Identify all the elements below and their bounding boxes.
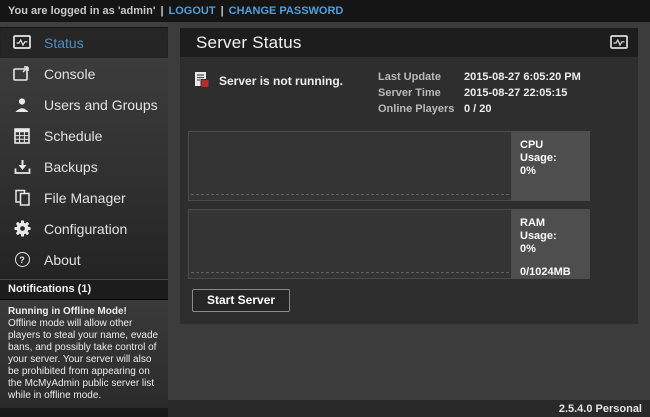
separator: | [221, 5, 224, 17]
sidebar-item-console[interactable]: Console [0, 58, 168, 89]
ram-usage-chart [188, 209, 512, 279]
users-icon [13, 96, 31, 113]
info-row-online-players: Online Players 0 / 20 [378, 103, 630, 115]
cpu-usage-value: 0% [520, 165, 582, 178]
sidebar-item-label: Backups [44, 159, 98, 175]
info-row-server-time: Server Time 2015-08-27 22:05:15 [378, 87, 630, 99]
version-text: 2.5.4.0 Personal [559, 403, 642, 415]
change-password-link[interactable]: CHANGE PASSWORD [229, 5, 344, 17]
info-value: 2015-08-27 6:05:20 PM [464, 71, 581, 83]
console-icon [13, 65, 31, 82]
sidebar-item-schedule[interactable]: Schedule [0, 120, 168, 151]
backups-icon [13, 158, 31, 175]
notification-title: Running in Offline Mode! [8, 306, 160, 318]
server-status-message: Server is not running. [192, 69, 378, 119]
separator: | [160, 5, 163, 17]
info-label: Server Time [378, 87, 464, 99]
sidebar-item-file-manager[interactable]: File Manager [0, 182, 168, 213]
cpu-usage-chart [188, 131, 512, 201]
cpu-usage-label-box: CPU Usage: 0% [512, 131, 590, 201]
start-server-button[interactable]: Start Server [192, 289, 290, 312]
info-label: Last Update [378, 71, 464, 83]
chart-baseline [191, 194, 509, 195]
status-row: Server is not running. Last Update 2015-… [188, 67, 630, 125]
status-monitor-icon [13, 34, 31, 51]
status-text: Server is not running. [219, 71, 343, 88]
sidebar-item-label: File Manager [44, 190, 126, 206]
ram-usage-value: 0% [520, 243, 582, 256]
gear-icon [13, 220, 31, 237]
sidebar-item-backups[interactable]: Backups [0, 151, 168, 182]
notification-item: Running in Offline Mode! Offline mode wi… [0, 300, 168, 408]
panel-header: Server Status [180, 28, 638, 57]
chart-baseline [191, 272, 509, 273]
sidebar-item-label: About [44, 252, 81, 268]
ram-usage-detail: 0/1024MB [520, 266, 582, 279]
sidebar-item-status[interactable]: Status [0, 27, 168, 58]
sidebar-item-label: Status [44, 35, 84, 51]
question-circle-icon: ? [13, 251, 31, 268]
sidebar: Status Console Users and Groups [0, 22, 168, 417]
sidebar-item-label: Schedule [44, 128, 102, 144]
schedule-icon [13, 127, 31, 144]
ram-usage-panel: RAM Usage: 0% 0/1024MB [188, 209, 590, 279]
ram-usage-label-box: RAM Usage: 0% 0/1024MB [512, 209, 590, 279]
info-value: 2015-08-27 22:05:15 [464, 87, 567, 99]
sidebar-filler [0, 408, 168, 417]
cpu-usage-panel: CPU Usage: 0% [188, 131, 590, 201]
info-value: 0 / 20 [464, 103, 492, 115]
logout-link[interactable]: LOGOUT [169, 5, 216, 17]
main-content: Server Status [168, 22, 650, 400]
sidebar-item-label: Users and Groups [44, 97, 158, 113]
panel-body: Server is not running. Last Update 2015-… [180, 57, 638, 324]
sidebar-item-configuration[interactable]: Configuration [0, 213, 168, 244]
sidebar-item-about[interactable]: ? About [0, 244, 168, 275]
notifications-header: Notifications (1) [0, 279, 168, 300]
main-column: Server Status [168, 22, 650, 417]
ram-usage-label: RAM Usage: [520, 217, 582, 243]
server-stopped-icon [192, 71, 210, 88]
mcmyadmin-app: You are logged in as 'admin' | LOGOUT | … [0, 0, 650, 417]
sidebar-menu: Status Console Users and Groups [0, 22, 168, 275]
page-title: Server Status [196, 33, 610, 53]
info-row-last-update: Last Update 2015-08-27 6:05:20 PM [378, 71, 630, 83]
sidebar-item-label: Console [44, 66, 95, 82]
notification-text: Offline mode will allow other players to… [8, 318, 160, 402]
footer-bar: 2.5.4.0 Personal [168, 400, 650, 417]
status-monitor-icon[interactable] [610, 35, 628, 50]
server-info-table: Last Update 2015-08-27 6:05:20 PM Server… [378, 69, 630, 119]
body-row: Status Console Users and Groups [0, 22, 650, 417]
logged-in-text: You are logged in as 'admin' [8, 5, 155, 17]
info-label: Online Players [378, 103, 464, 115]
cpu-usage-label: CPU Usage: [520, 139, 582, 165]
sidebar-item-label: Configuration [44, 221, 127, 237]
sidebar-item-users-and-groups[interactable]: Users and Groups [0, 89, 168, 120]
topbar: You are logged in as 'admin' | LOGOUT | … [0, 0, 650, 22]
file-manager-icon [13, 189, 31, 206]
